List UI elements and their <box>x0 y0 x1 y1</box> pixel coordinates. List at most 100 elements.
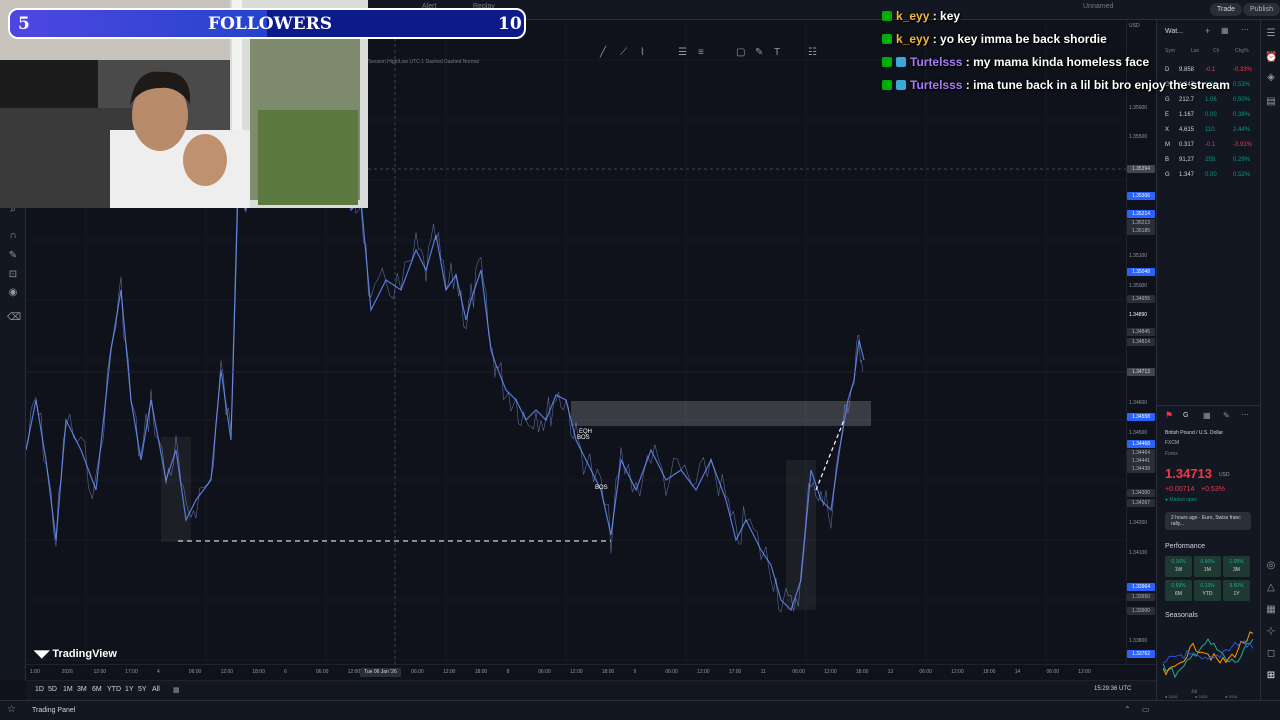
path-icon[interactable]: ⌇ <box>640 47 645 58</box>
pine-icon[interactable]: ⊹ <box>1265 626 1277 638</box>
apps-icon[interactable]: ⊞ <box>1265 670 1277 682</box>
follower-goal: 10 <box>498 14 522 34</box>
range-box <box>786 460 816 610</box>
time-tick: 18:00 <box>474 669 488 675</box>
time-tick: 17:00 <box>728 669 742 675</box>
watchlist-cell-sym: E <box>1165 112 1170 118</box>
range-6m[interactable]: 6M <box>92 686 102 693</box>
utc-clock[interactable]: 15:29:36 UTC <box>1094 686 1131 692</box>
time-tick: 1:00 <box>30 669 40 675</box>
performance-cell[interactable]: 1.05% 3M <box>1223 556 1250 577</box>
magnet-icon[interactable]: ∩ <box>7 230 19 242</box>
time-tick: 12:00 <box>1078 669 1091 675</box>
watchlist-cell-chg: 259. <box>1205 157 1217 163</box>
time-tick: 18:00 <box>855 669 869 675</box>
time-tick: 12:00 <box>442 669 456 675</box>
watchlist-row[interactable]: E 1.167 0.00 0.38% <box>1163 109 1259 121</box>
range-1d[interactable]: 1D <box>35 686 44 693</box>
legend-2024-label: 2024 <box>1228 694 1238 699</box>
price-tick: 1.34890 <box>1129 312 1148 318</box>
lock-icon[interactable]: ⊡ <box>7 269 19 281</box>
chat-separator: : <box>929 9 941 23</box>
details-symbol[interactable]: G <box>1183 412 1188 419</box>
price-scale[interactable]: USD 1.35600 1.35500 1.35394 1.35306 1.35… <box>1126 20 1156 664</box>
target-icon[interactable]: ◎ <box>1265 560 1277 572</box>
price-label-blue: 1.33762 <box>1127 650 1155 658</box>
performance-cell[interactable]: 9.50% 1Y <box>1223 580 1250 601</box>
watchlist-cell-sym: M <box>1165 142 1170 148</box>
subscriber-badge-icon <box>896 80 906 90</box>
seasonals-chart[interactable] <box>1163 624 1255 688</box>
fib-icon[interactable]: ☰ <box>678 47 687 58</box>
watchlist-row[interactable]: G 212.7 1.06 0.50% <box>1163 94 1259 106</box>
maximize-icon[interactable]: ▭ <box>1142 705 1150 714</box>
alerts-icon[interactable]: ⏰ <box>1265 52 1277 64</box>
news-card[interactable]: 2 hours ago · Euro, Swiss franc rally... <box>1165 512 1251 530</box>
time-tick: 9 <box>633 669 637 675</box>
watchlist-cell-chg: -0.1 <box>1205 142 1216 148</box>
pencil-icon[interactable]: ✎ <box>7 250 19 262</box>
brush-icon[interactable]: ✎ <box>755 47 763 58</box>
layers-icon[interactable]: ◈ <box>1265 72 1277 84</box>
chat-separator: : <box>962 78 974 92</box>
time-axis[interactable]: 1:00 2026 12:00 17:00 4 06:00 12:00 18:00 6 06:00… <box>26 664 1156 680</box>
chat-icon[interactable]: ◻ <box>1265 648 1277 660</box>
watchlist-cell-last: 1.347 <box>1179 172 1195 178</box>
watchlist-row[interactable]: M 0.317 -0.1 -3.91% <box>1163 139 1259 151</box>
chat-overlay: k_eyy : key k_eyy : yo key imma be back s… <box>880 5 1260 95</box>
grid-icon[interactable]: ▦ <box>1203 411 1211 420</box>
range-1m[interactable]: 1M <box>63 686 73 693</box>
range-5y[interactable]: 5Y <box>138 686 147 693</box>
range-5d[interactable]: 5D <box>48 686 57 693</box>
trading-panel-tab[interactable]: Trading Panel <box>32 707 75 714</box>
performance-cell[interactable]: 0.16% 1W <box>1165 556 1192 577</box>
watchlist-icon[interactable]: ☰ <box>1265 28 1277 40</box>
ray-icon[interactable]: ⟋ <box>620 47 627 58</box>
time-tick: 12:00 <box>220 669 234 675</box>
performance-cell[interactable]: 0.13% YTD <box>1194 580 1221 601</box>
watchlist-cell-sym: G <box>1165 97 1170 103</box>
range-ytd[interactable]: YTD <box>107 686 121 693</box>
measure-icon[interactable]: ☷ <box>808 47 817 58</box>
chat-username: k_eyy <box>896 9 930 23</box>
eye-icon[interactable]: ◉ <box>7 287 19 299</box>
time-tick: 6 <box>284 669 287 675</box>
rectangle-icon[interactable]: ▢ <box>736 47 745 58</box>
watchlist-row[interactable]: B 91,27 259. 0.29% <box>1163 154 1259 166</box>
trend-line-icon[interactable]: ╱ <box>600 47 606 58</box>
news-icon[interactable]: ▤ <box>1265 96 1277 108</box>
ideas-icon[interactable]: △ <box>1265 582 1277 594</box>
range-all[interactable]: All <box>152 686 160 693</box>
horizontal-line-icon[interactable]: ≡ <box>698 47 704 58</box>
time-tick: 4 <box>157 669 160 675</box>
date-range-bar: 1D 5D 1M 3M 6M YTD 1Y 5Y All ▦ 15:29:36 … <box>26 680 1156 700</box>
supply-zone <box>571 401 871 426</box>
price-tick: 1.35000 <box>1129 283 1148 289</box>
follower-goal-bar: 5 FOLLOWERS 10 <box>8 8 526 39</box>
watchlist-row[interactable]: X 4,615 110. 2.44% <box>1163 124 1259 136</box>
calendar-icon[interactable]: ▦ <box>173 686 180 694</box>
seasonals-legend: ● 2026 ● 2025 ● 2024 <box>1165 694 1255 700</box>
more-icon[interactable]: ⋯ <box>1241 410 1249 419</box>
kick-badge-icon <box>882 80 892 90</box>
trash-icon[interactable]: ⌫ <box>7 312 21 324</box>
calendar-icon[interactable]: ▦ <box>1265 604 1277 616</box>
session-indicator-label[interactable]: Session High/Low UTC-1 Dashed Dashed Nor… <box>368 59 479 65</box>
flag-icon: ⚑ <box>1165 410 1174 420</box>
subscriber-badge-icon <box>896 57 906 67</box>
range-3m[interactable]: 3M <box>77 686 87 693</box>
chart-zones <box>161 401 871 610</box>
time-tick: 06:00 <box>919 669 932 675</box>
time-tick: 06:00 <box>188 669 202 675</box>
performance-cell[interactable]: 0.69% 6M <box>1165 580 1192 601</box>
watchlist-row[interactable]: G 1.347 0.00 0.52% <box>1163 169 1259 181</box>
star-icon[interactable]: ☆ <box>7 704 16 715</box>
collapse-icon[interactable]: ⌃ <box>1124 705 1131 714</box>
kick-badge-icon <box>882 57 892 67</box>
tv-logo-icon: ◥◤ <box>34 648 50 660</box>
watchlist-cell-pct: 0.52% <box>1233 172 1251 178</box>
range-1y[interactable]: 1Y <box>125 686 134 693</box>
text-icon[interactable]: T <box>774 47 780 58</box>
edit-icon[interactable]: ✎ <box>1223 411 1230 420</box>
performance-cell[interactable]: 0.66% 1M <box>1194 556 1221 577</box>
